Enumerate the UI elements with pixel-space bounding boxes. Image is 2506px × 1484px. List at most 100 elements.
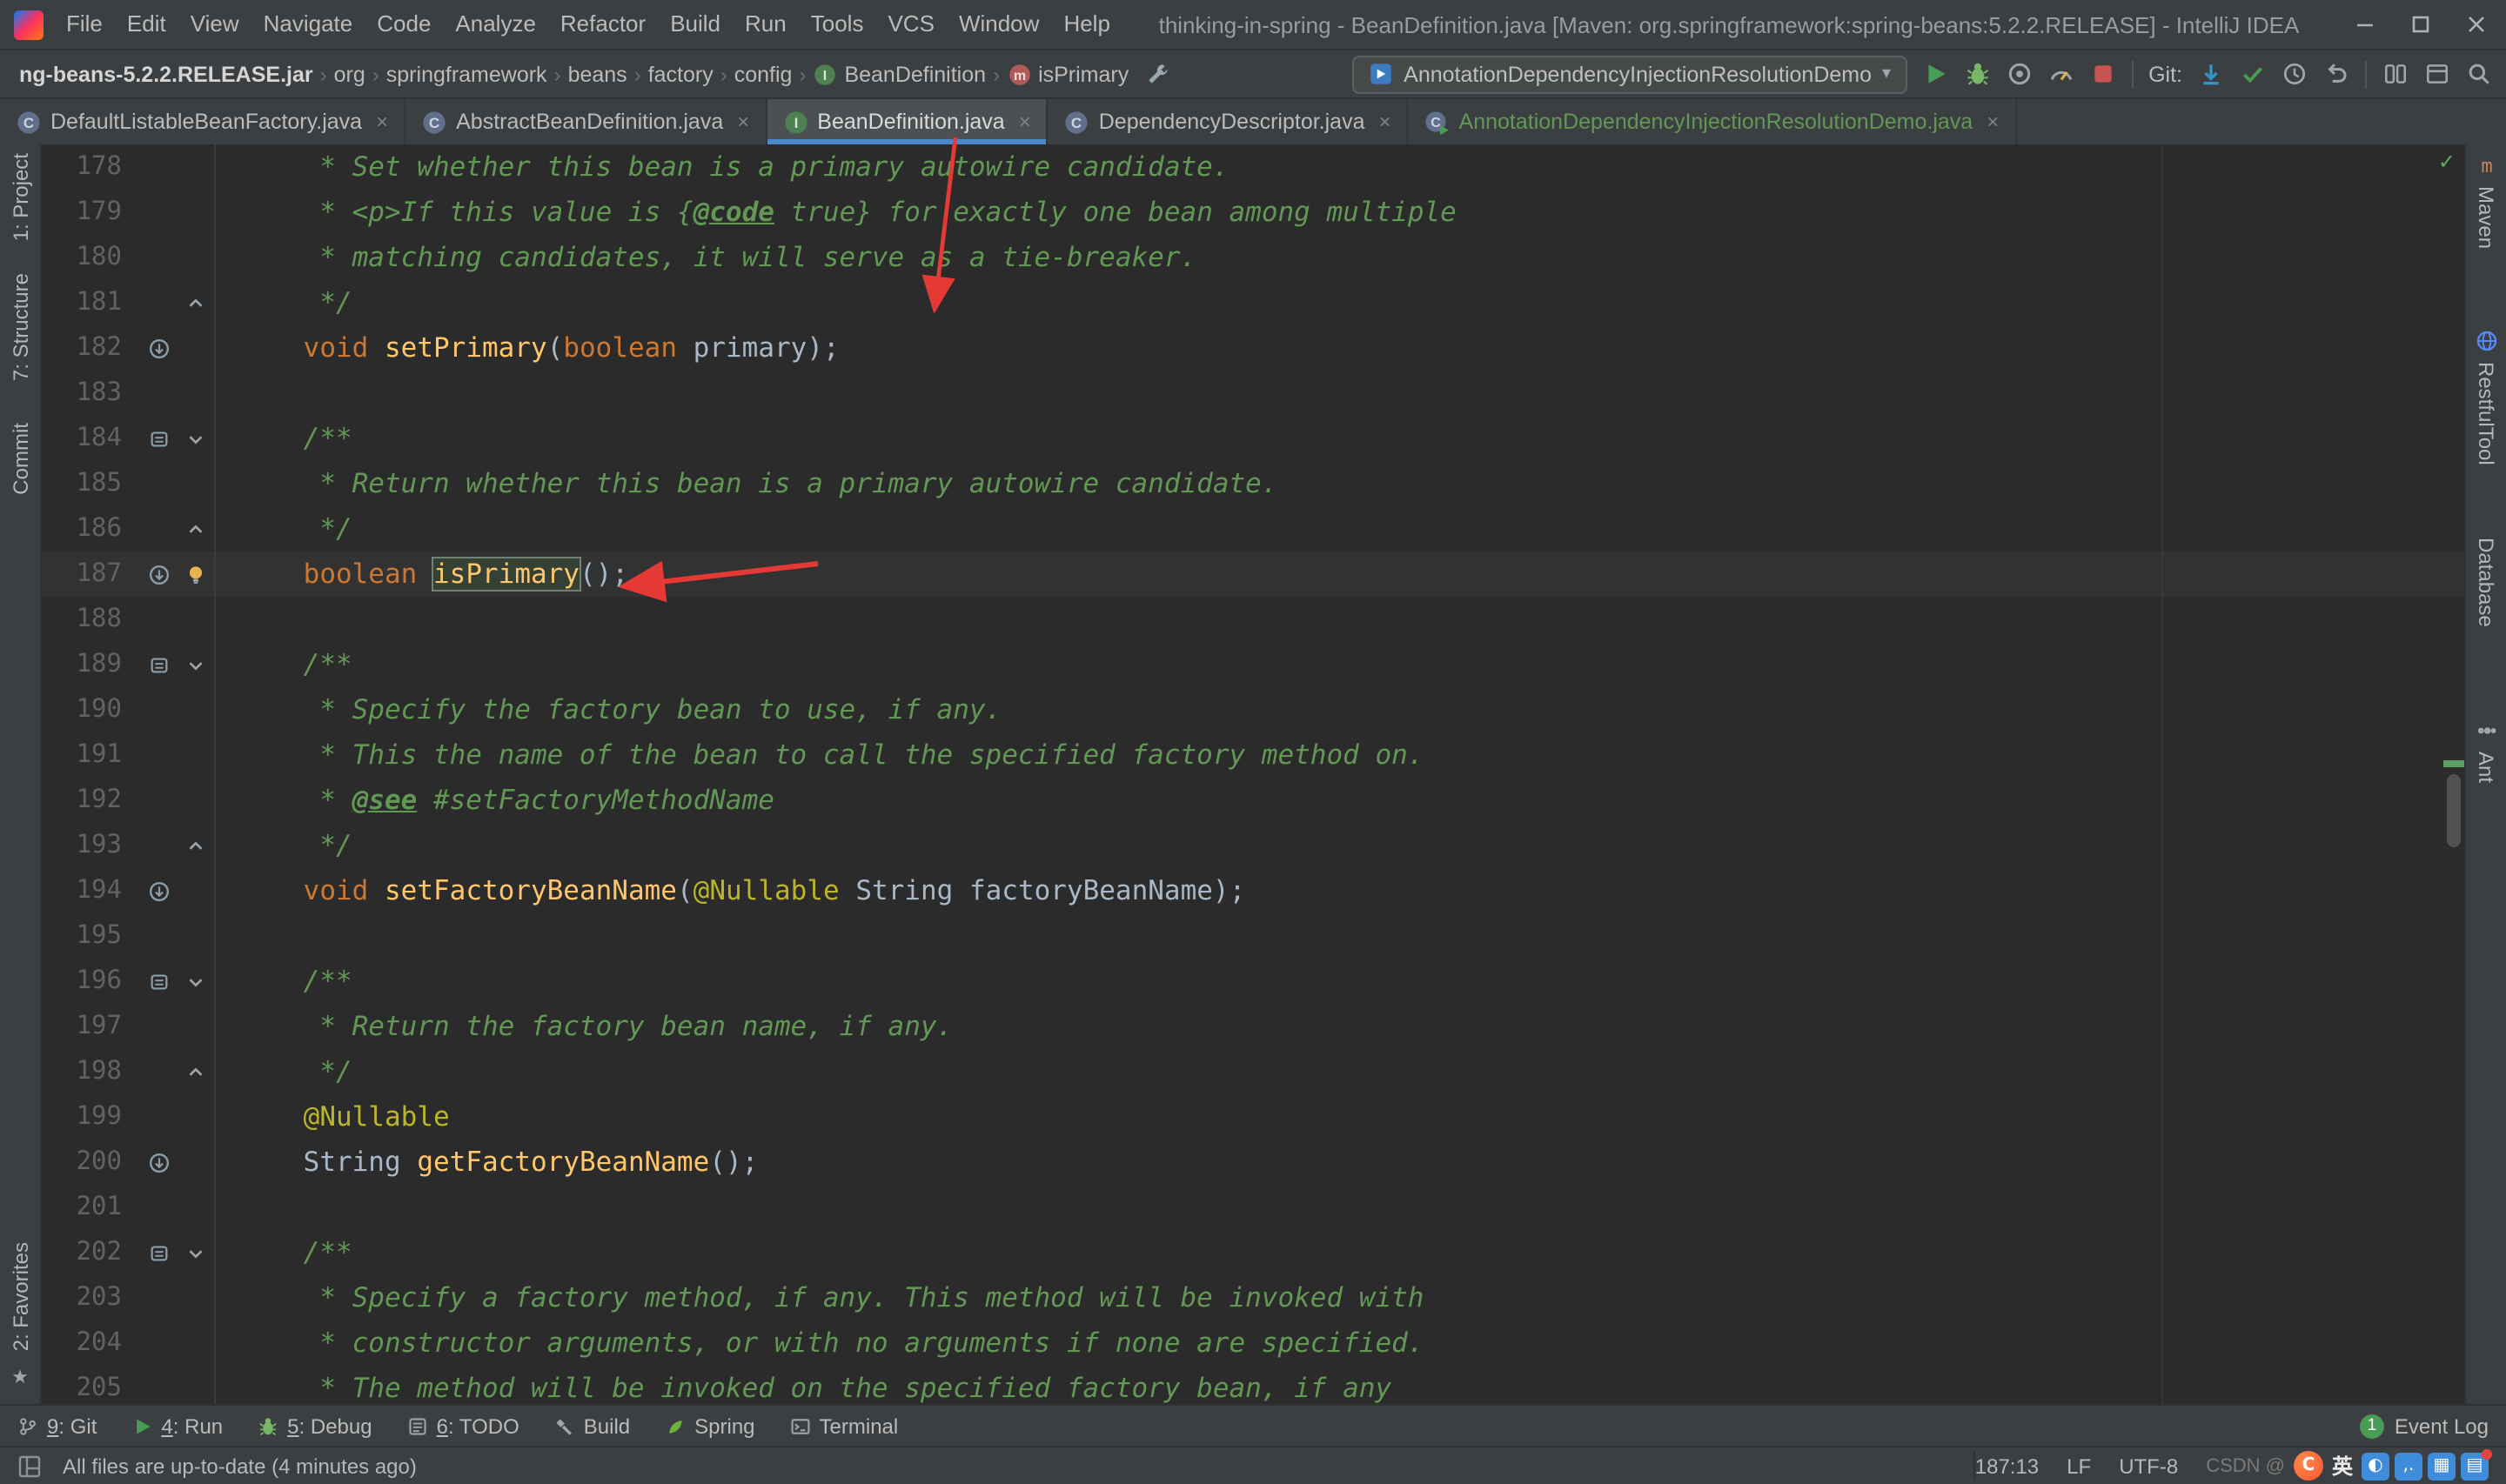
javadoc-toggle-icon[interactable] <box>139 1230 178 1275</box>
code-line-195[interactable]: 195 <box>42 913 2464 959</box>
line-number[interactable]: 187 <box>42 551 139 597</box>
menu-build[interactable]: Build <box>658 0 733 49</box>
breadcrumb-item[interactable]: beans <box>563 62 633 86</box>
code-line-181[interactable]: 181 */ <box>42 280 2464 325</box>
search-everywhere-button[interactable] <box>2466 61 2492 87</box>
fold-marker-icon[interactable] <box>178 506 216 551</box>
code-editor[interactable]: 178 * Set whether this bean is a primary… <box>42 144 2464 1404</box>
code-line-182[interactable]: 182 void setPrimary(boolean primary); <box>42 325 2464 371</box>
line-number[interactable]: 189 <box>42 642 139 687</box>
code-line-192[interactable]: 192 * @see #setFactoryMethodName <box>42 778 2464 823</box>
vcs-commit-button[interactable] <box>2240 61 2266 87</box>
line-number[interactable]: 192 <box>42 778 139 823</box>
menu-file[interactable]: File <box>54 0 115 49</box>
line-number[interactable]: 196 <box>42 959 139 1004</box>
code-line-188[interactable]: 188 <box>42 597 2464 642</box>
close-icon[interactable]: × <box>1019 110 1031 134</box>
encoding[interactable]: UTF-8 <box>2119 1454 2178 1478</box>
tab-AbstractBeanDefinition.java[interactable]: C AbstractBeanDefinition.java × <box>405 99 767 144</box>
toolwindow-button-spring[interactable]: Spring <box>665 1414 755 1438</box>
line-number[interactable]: 198 <box>42 1049 139 1094</box>
line-number[interactable]: 195 <box>42 913 139 959</box>
line-number[interactable]: 202 <box>42 1230 139 1275</box>
breadcrumb-item[interactable]: ng-beans-5.2.2.RELEASE.jar <box>14 62 318 86</box>
intention-bulb-icon[interactable] <box>178 551 216 597</box>
line-number[interactable]: 193 <box>42 823 139 868</box>
code-line-204[interactable]: 204 * constructor arguments, or with no … <box>42 1320 2464 1366</box>
tab-BeanDefinition.java[interactable]: I BeanDefinition.java × <box>767 99 1049 144</box>
stripe-commit[interactable]: Commit <box>8 422 32 494</box>
toolwindow-button-terminal[interactable]: Terminal <box>790 1414 898 1438</box>
menu-window[interactable]: Window <box>947 0 1052 49</box>
menu-tools[interactable]: Tools <box>799 0 876 49</box>
fold-marker-icon[interactable] <box>178 959 216 1004</box>
menu-refactor[interactable]: Refactor <box>548 0 658 49</box>
maximize-button[interactable] <box>2405 9 2436 40</box>
code-line-184[interactable]: 184 /** <box>42 416 2464 461</box>
fold-marker-icon[interactable] <box>178 1230 216 1275</box>
javadoc-toggle-icon[interactable] <box>139 642 178 687</box>
fold-marker-icon[interactable] <box>178 280 216 325</box>
toolwindow-button-build[interactable]: Build <box>554 1414 630 1438</box>
code-line-197[interactable]: 197 * Return the factory bean name, if a… <box>42 1004 2464 1049</box>
code-line-191[interactable]: 191 * This the name of the bean to call … <box>42 732 2464 778</box>
implemented-marker-icon[interactable] <box>139 1140 178 1185</box>
vcs-update-button[interactable] <box>2198 61 2224 87</box>
scrollbar-thumb[interactable] <box>2447 774 2461 847</box>
run-button[interactable] <box>1922 61 1948 87</box>
menu-vcs[interactable]: VCS <box>875 0 946 49</box>
breadcrumb-item[interactable]: factory <box>643 62 719 86</box>
stripe-favorites[interactable]: 2: Favorites <box>8 1243 32 1352</box>
line-number[interactable]: 186 <box>42 506 139 551</box>
close-icon[interactable]: × <box>376 110 388 134</box>
code-line-205[interactable]: 205 * The method will be invoked on the … <box>42 1366 2464 1404</box>
line-number[interactable]: 201 <box>42 1185 139 1230</box>
code-line-180[interactable]: 180 * matching candidates, it will serve… <box>42 235 2464 280</box>
line-number[interactable]: 197 <box>42 1004 139 1049</box>
line-number[interactable]: 181 <box>42 280 139 325</box>
toolwindow-button-debug[interactable]: 5: Debug <box>258 1414 372 1438</box>
minimize-button[interactable] <box>2349 9 2381 40</box>
code-line-201[interactable]: 201 <box>42 1185 2464 1230</box>
line-number[interactable]: 184 <box>42 416 139 461</box>
code-line-178[interactable]: 178 * Set whether this bean is a primary… <box>42 144 2464 190</box>
tab-DependencyDescriptor.java[interactable]: C DependencyDescriptor.java × <box>1049 99 1409 144</box>
tab-AnnotationDependencyInjectionResolutionDemo.java[interactable]: C AnnotationDependencyInjectionResolution… <box>1409 99 2017 144</box>
vcs-history-button[interactable] <box>2282 61 2308 87</box>
code-line-183[interactable]: 183 <box>42 371 2464 416</box>
implemented-marker-icon[interactable] <box>139 325 178 371</box>
code-line-194[interactable]: 194 void setFactoryBeanName(@Nullable St… <box>42 868 2464 913</box>
stripe-database[interactable]: Database <box>2474 538 2498 628</box>
menu-code[interactable]: Code <box>365 0 443 49</box>
close-icon[interactable]: × <box>737 110 749 134</box>
code-line-186[interactable]: 186 */ <box>42 506 2464 551</box>
changes-button[interactable] <box>2424 61 2450 87</box>
close-icon[interactable]: × <box>1379 110 1391 134</box>
breadcrumb-item[interactable]: springframework <box>381 62 553 86</box>
menu-navigate[interactable]: Navigate <box>251 0 365 49</box>
stripe-structure[interactable]: 7: Structure <box>8 272 32 380</box>
line-number[interactable]: 190 <box>42 687 139 732</box>
breadcrumb-item[interactable]: config <box>729 62 798 86</box>
menu-help[interactable]: Help <box>1051 0 1122 49</box>
menu-edit[interactable]: Edit <box>115 0 178 49</box>
breadcrumb-item[interactable]: org <box>329 62 371 86</box>
javadoc-toggle-icon[interactable] <box>139 959 178 1004</box>
line-ending[interactable]: LF <box>2067 1454 2091 1478</box>
menu-analyze[interactable]: Analyze <box>443 0 548 49</box>
stripe-ant[interactable]: Ant <box>2474 719 2498 783</box>
line-number[interactable]: 194 <box>42 868 139 913</box>
run-config-select[interactable]: AnnotationDependencyInjectionResolutionD… <box>1351 55 1907 93</box>
breadcrumb-class[interactable]: I BeanDefinition <box>807 62 991 86</box>
close-button[interactable] <box>2461 9 2492 40</box>
line-number[interactable]: 183 <box>42 371 139 416</box>
line-number[interactable]: 180 <box>42 235 139 280</box>
implemented-marker-icon[interactable] <box>139 868 178 913</box>
stop-button[interactable] <box>2089 61 2115 87</box>
breadcrumb-method[interactable]: m isPrimary <box>1002 62 1134 86</box>
code-line-200[interactable]: 200 String getFactoryBeanName(); <box>42 1140 2464 1185</box>
line-number[interactable]: 203 <box>42 1275 139 1320</box>
stripe-maven[interactable]: m Maven <box>2474 153 2498 249</box>
line-number[interactable]: 200 <box>42 1140 139 1185</box>
line-number[interactable]: 179 <box>42 190 139 235</box>
